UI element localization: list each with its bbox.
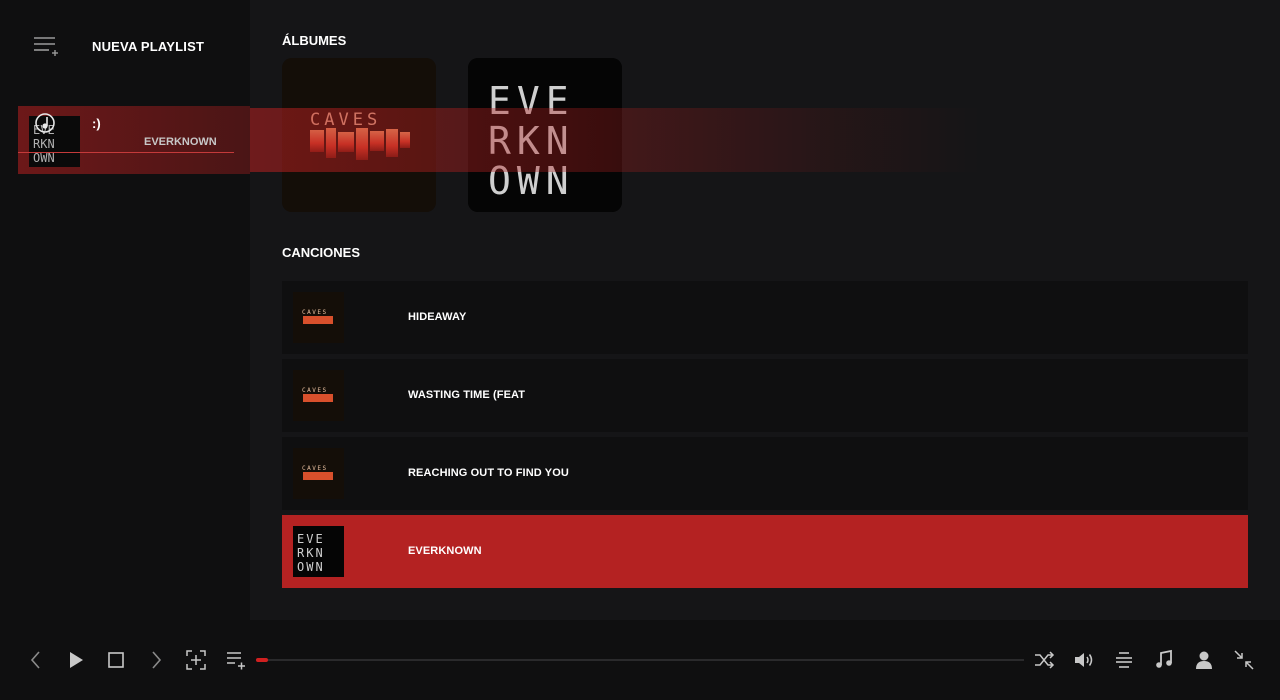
albums-section-title: ÁLBUMES: [282, 33, 347, 48]
song-cover-text: CAVES: [302, 309, 328, 316]
song-title: EVERKNOWN: [408, 545, 482, 557]
playlist-subtitle: EVERKNOWN: [144, 136, 217, 148]
playlist-add-icon[interactable]: [225, 649, 247, 671]
song-cover-text-line2: RKN: [297, 546, 325, 560]
song-list: CAVES HIDEAWAY CAVES WASTING TIME (FEAT …: [282, 281, 1248, 593]
shuffle-icon[interactable]: [1033, 649, 1055, 671]
song-row-reaching-out[interactable]: CAVES REACHING OUT TO FIND YOU: [282, 437, 1248, 510]
songs-section-title: CANCIONES: [282, 245, 361, 260]
album-art-text-line1: EVE: [488, 79, 575, 123]
song-row-hideaway[interactable]: CAVES HIDEAWAY: [282, 281, 1248, 354]
album-art-text-line3: OWN: [488, 159, 575, 203]
song-title: HIDEAWAY: [408, 311, 467, 323]
chevron-right-icon[interactable]: [145, 649, 167, 671]
cover-text-line3: OWN: [33, 151, 55, 165]
song-title: WASTING TIME (FEAT: [408, 389, 526, 401]
chevron-left-icon[interactable]: [25, 649, 47, 671]
song-row-wasting-time[interactable]: CAVES WASTING TIME (FEAT: [282, 359, 1248, 432]
queue-icon[interactable]: [1113, 649, 1135, 671]
playlist-divider: [18, 152, 234, 153]
new-playlist-icon[interactable]: [33, 36, 59, 56]
volume-icon[interactable]: [1073, 649, 1095, 671]
song-cover: CAVES: [293, 292, 344, 343]
sidebar: NUEVA PLAYLIST EVE RKN OWN :) EVERKNOWN: [0, 0, 250, 620]
song-cover-text-line1: EVE: [297, 532, 325, 546]
playlist-name: :): [92, 116, 101, 131]
stop-icon[interactable]: [105, 649, 127, 671]
song-title: REACHING OUT TO FIND YOU: [408, 467, 569, 479]
song-cover-text-line3: OWN: [297, 560, 325, 574]
progress-bar[interactable]: [256, 658, 1024, 662]
disc-icon: [34, 112, 56, 134]
album-card-everknown[interactable]: EVE RKN OWN: [468, 58, 622, 212]
album-art-text-line2: RKN: [488, 119, 575, 163]
new-playlist-button[interactable]: NUEVA PLAYLIST: [92, 39, 204, 54]
album-art-text: CAVES: [310, 110, 381, 130]
song-row-everknown[interactable]: EVE RKN OWN EVERKNOWN: [282, 515, 1248, 588]
song-cover: EVE RKN OWN: [293, 526, 344, 577]
song-cover-text: CAVES: [302, 465, 328, 472]
focus-add-icon[interactable]: [185, 649, 207, 671]
song-cover-text: CAVES: [302, 387, 328, 394]
song-cover: CAVES: [293, 448, 344, 499]
album-card-caves[interactable]: CAVES: [282, 58, 436, 212]
minimize-icon[interactable]: [1233, 649, 1255, 671]
music-note-icon[interactable]: [1153, 649, 1175, 671]
progress-fill: [256, 658, 268, 662]
user-icon[interactable]: [1193, 649, 1215, 671]
song-cover: CAVES: [293, 370, 344, 421]
play-icon[interactable]: [65, 649, 87, 671]
cover-text-line2: RKN: [33, 137, 55, 151]
playlist-item[interactable]: EVE RKN OWN :) EVERKNOWN: [18, 106, 250, 174]
